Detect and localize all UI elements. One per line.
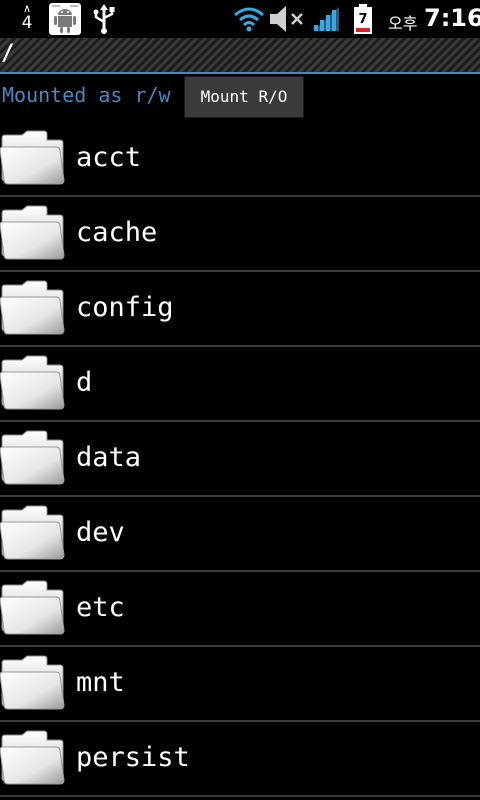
battery-level: 7 [358, 12, 368, 27]
path-bar: / [0, 38, 480, 74]
directory-item-dev[interactable]: dev [0, 497, 480, 572]
status-bar: ∧ 4 7 오후 7:16 [0, 0, 480, 38]
directory-list[interactable]: acct cache config d data dev etc mnt per… [0, 122, 480, 800]
directory-item-persist[interactable]: persist [0, 722, 480, 797]
mount-status: Mounted as r/w [2, 83, 171, 107]
folder-icon [0, 430, 66, 486]
signal-icon [313, 7, 339, 35]
directory-item-cache[interactable]: cache [0, 197, 480, 272]
folder-icon [0, 205, 66, 261]
directory-name: etc [76, 592, 125, 623]
usb-icon [90, 4, 118, 38]
directory-item-mnt[interactable]: mnt [0, 647, 480, 722]
directory-name: d [76, 367, 93, 398]
notification-count: ∧ 4 [14, 2, 40, 36]
folder-icon [0, 130, 66, 186]
directory-name: acct [76, 142, 142, 173]
directory-item-config[interactable]: config [0, 272, 480, 347]
directory-name: persist [76, 742, 190, 773]
folder-icon [0, 505, 66, 561]
mount-readonly-button[interactable]: Mount R/O [184, 76, 304, 118]
directory-name: cache [76, 217, 158, 248]
ampm-label: 오후 [388, 14, 418, 33]
folder-icon [0, 580, 66, 636]
folder-icon [0, 655, 66, 711]
android-debug-icon [48, 3, 82, 39]
directory-name: mnt [76, 667, 125, 698]
clock: 7:16 [424, 4, 480, 32]
directory-item-data[interactable]: data [0, 422, 480, 497]
directory-name: data [76, 442, 142, 473]
directory-name: config [76, 292, 174, 323]
directory-item-acct[interactable]: acct [0, 122, 480, 197]
directory-item-etc[interactable]: etc [0, 572, 480, 647]
directory-item-d[interactable]: d [0, 347, 480, 422]
wifi-icon [233, 6, 265, 36]
notification-count-number: 4 [21, 13, 33, 33]
current-path: / [1, 41, 15, 66]
mute-icon [268, 5, 308, 37]
mount-row: Mounted as r/w Mount R/O [0, 74, 480, 120]
folder-icon [0, 730, 66, 786]
directory-name: dev [76, 517, 125, 548]
folder-icon [0, 280, 66, 336]
folder-icon [0, 355, 66, 411]
